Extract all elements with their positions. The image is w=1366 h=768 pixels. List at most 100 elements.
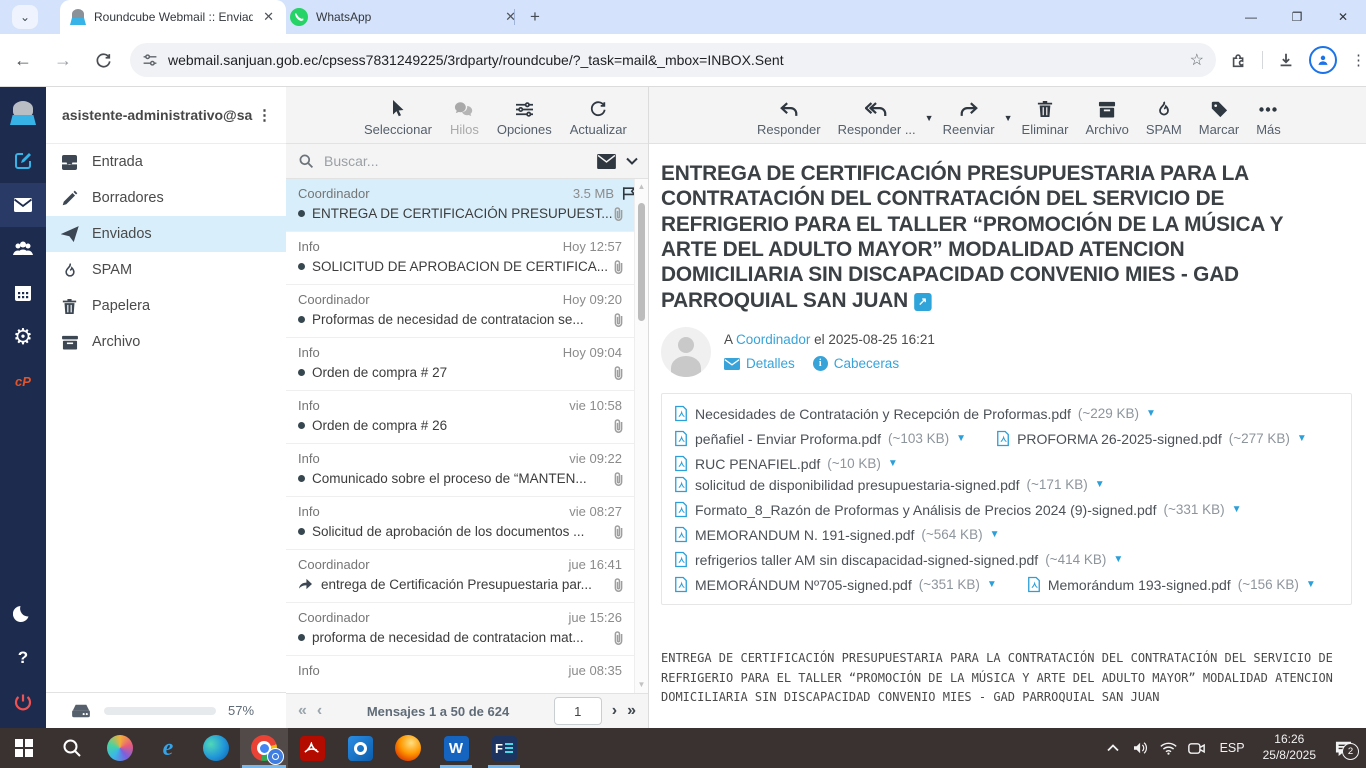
page-number-input[interactable]: [554, 697, 602, 725]
taskbar-copilot-button[interactable]: [96, 728, 144, 768]
attachment-item[interactable]: refrigerios taller AM sin discapacidad-s…: [674, 551, 1123, 568]
search-options-chevron-icon[interactable]: [626, 157, 638, 165]
tab-close-icon[interactable]: ✕: [261, 9, 276, 25]
downloads-icon[interactable]: [1277, 51, 1295, 69]
taskbar-firefox-button[interactable]: [384, 728, 432, 768]
message-row[interactable]: Info Hoy 09:04 Orden de compra # 27: [286, 338, 648, 391]
select-button[interactable]: Seleccionar: [364, 99, 432, 137]
new-tab-button[interactable]: +: [522, 4, 548, 30]
attachment-item[interactable]: RUC PENAFIEL.pdf (~10 KB) ▼: [674, 455, 898, 472]
profile-avatar-icon[interactable]: [1309, 46, 1337, 74]
taskbar-firmador-button[interactable]: F: [480, 728, 528, 768]
reply-button[interactable]: Responder: [757, 99, 821, 137]
forward-button[interactable]: Reenviar: [943, 99, 995, 137]
taskbar-ie-button[interactable]: e: [144, 728, 192, 768]
account-header[interactable]: asistente-administrativo@sa... ⋮: [46, 87, 286, 144]
headers-toggle[interactable]: i Cabeceras: [813, 356, 899, 371]
attachment-item[interactable]: peñafiel - Enviar Proforma.pdf (~103 KB)…: [674, 430, 966, 447]
tab-search-button[interactable]: ⌄: [12, 5, 38, 29]
browser-menu-icon[interactable]: ⋮: [1351, 51, 1366, 69]
window-minimize-button[interactable]: —: [1228, 0, 1274, 34]
search-scope-mail-icon[interactable]: [597, 154, 616, 169]
attachment-item[interactable]: MEMORÁNDUM Nº705-signed.pdf (~351 KB) ▼: [674, 576, 997, 593]
meet-now-icon[interactable]: [1184, 742, 1210, 755]
forward-button[interactable]: →: [46, 43, 80, 77]
bookmark-star-icon[interactable]: ☆: [1190, 50, 1204, 70]
list-scrollbar[interactable]: ▲ ▼: [634, 179, 648, 693]
message-row[interactable]: Info vie 08:27 Solicitud de aprobació: [286, 497, 648, 550]
taskbar-chrome-button[interactable]: [240, 728, 288, 768]
reload-button[interactable]: [86, 43, 120, 77]
taskbar-edge-button[interactable]: [192, 728, 240, 768]
browser-tab-roundcube[interactable]: Roundcube Webmail :: Enviados ✕: [60, 0, 286, 34]
scroll-down-icon[interactable]: ▼: [635, 679, 648, 691]
more-button[interactable]: Más: [1256, 99, 1281, 137]
scrollbar-thumb[interactable]: [638, 203, 645, 321]
options-button[interactable]: Opciones: [497, 99, 552, 137]
reply-all-caret-icon[interactable]: ▼: [925, 113, 934, 123]
address-bar[interactable]: webmail.sanjuan.gob.ec/cpsess7831249225/…: [130, 43, 1216, 77]
recipient-link[interactable]: Coordinador: [736, 332, 810, 347]
message-row[interactable]: Coordinador Hoy 09:20 Proformas de ne: [286, 285, 648, 338]
url-text[interactable]: webmail.sanjuan.gob.ec/cpsess7831249225/…: [168, 52, 1180, 68]
window-close-button[interactable]: ✕: [1320, 0, 1366, 34]
attachment-menu-icon[interactable]: ▼: [1095, 479, 1105, 490]
folder-options-icon[interactable]: ⋮: [253, 106, 276, 124]
delete-button[interactable]: Eliminar: [1022, 99, 1069, 137]
attachment-menu-icon[interactable]: ▼: [990, 529, 1000, 540]
taskbar-word-button[interactable]: W: [432, 728, 480, 768]
logout-icon[interactable]: [0, 680, 46, 724]
taskbar-acrobat-button[interactable]: [288, 728, 336, 768]
sidebar-item-enviados[interactable]: Enviados: [46, 216, 286, 252]
help-icon[interactable]: ?: [0, 636, 46, 680]
message-row[interactable]: Info Hoy 12:57 SOLICITUD DE APROBACIO: [286, 232, 648, 285]
attachment-item[interactable]: solicitud de disponibilidad presupuestar…: [674, 476, 1105, 493]
attachment-item[interactable]: PROFORMA 26-2025-signed.pdf (~277 KB) ▼: [996, 430, 1307, 447]
attachment-menu-icon[interactable]: ▼: [1146, 408, 1156, 419]
extensions-icon[interactable]: [1230, 51, 1248, 69]
browser-tab-whatsapp[interactable]: WhatsApp ✕: [280, 0, 528, 34]
attachment-menu-icon[interactable]: ▼: [987, 579, 997, 590]
attachment-item[interactable]: Necesidades de Contratación y Recepción …: [674, 405, 1156, 422]
taskbar-search-button[interactable]: [48, 728, 96, 768]
scroll-up-icon[interactable]: ▲: [635, 181, 648, 193]
reply-all-button[interactable]: Responder ...: [838, 99, 916, 137]
taskbar-outlook-button[interactable]: [336, 728, 384, 768]
search-input[interactable]: [322, 152, 589, 170]
mail-icon[interactable]: [0, 183, 46, 227]
last-page-icon[interactable]: »: [627, 702, 636, 720]
calendar-icon[interactable]: [0, 271, 46, 315]
attachment-item[interactable]: MEMORANDUM N. 191-signed.pdf (~564 KB) ▼: [674, 526, 999, 543]
tab-close-icon[interactable]: ✕: [503, 9, 518, 25]
tray-expand-icon[interactable]: [1100, 744, 1126, 752]
message-row[interactable]: Coordinador 3.5 MB ENTREGA DE CERTIFI: [286, 179, 648, 232]
attachment-item[interactable]: Memorándum 193-signed.pdf (~156 KB) ▼: [1027, 576, 1316, 593]
attachment-item[interactable]: Formato_8_Razón de Proformas y Análisis …: [674, 501, 1242, 518]
next-page-icon[interactable]: ›: [612, 702, 617, 720]
sidebar-item-archivo[interactable]: Archivo: [46, 324, 286, 360]
dark-mode-icon[interactable]: [0, 592, 46, 636]
attachment-menu-icon[interactable]: ▼: [1297, 433, 1307, 444]
message-row[interactable]: Info vie 09:22 Comunicado sobre el pr: [286, 444, 648, 497]
site-settings-icon[interactable]: [142, 52, 158, 68]
sidebar-item-borradores[interactable]: Borradores: [46, 180, 286, 216]
message-row[interactable]: Info jue 08:35: [286, 656, 648, 693]
notification-center-icon[interactable]: 2: [1326, 740, 1360, 756]
message-row[interactable]: Coordinador jue 15:26 proforma de nec: [286, 603, 648, 656]
start-button[interactable]: [0, 728, 48, 768]
archive-button[interactable]: Archivo: [1086, 99, 1129, 137]
cpanel-icon[interactable]: cP: [0, 359, 46, 403]
back-button[interactable]: ←: [6, 43, 40, 77]
attachment-menu-icon[interactable]: ▼: [1232, 504, 1242, 515]
sidebar-item-spam[interactable]: SPAM: [46, 252, 286, 288]
prev-page-icon[interactable]: ‹: [317, 702, 322, 720]
spam-button[interactable]: SPAM: [1146, 99, 1182, 137]
refresh-button[interactable]: Actualizar: [570, 99, 627, 137]
contacts-icon[interactable]: [0, 227, 46, 271]
mark-button[interactable]: Marcar: [1199, 99, 1239, 137]
window-restore-button[interactable]: ❐: [1274, 0, 1320, 34]
sidebar-item-entrada[interactable]: Entrada: [46, 144, 286, 180]
details-toggle[interactable]: Detalles: [724, 356, 795, 371]
attachment-menu-icon[interactable]: ▼: [1306, 579, 1316, 590]
input-language[interactable]: ESP: [1212, 741, 1253, 755]
